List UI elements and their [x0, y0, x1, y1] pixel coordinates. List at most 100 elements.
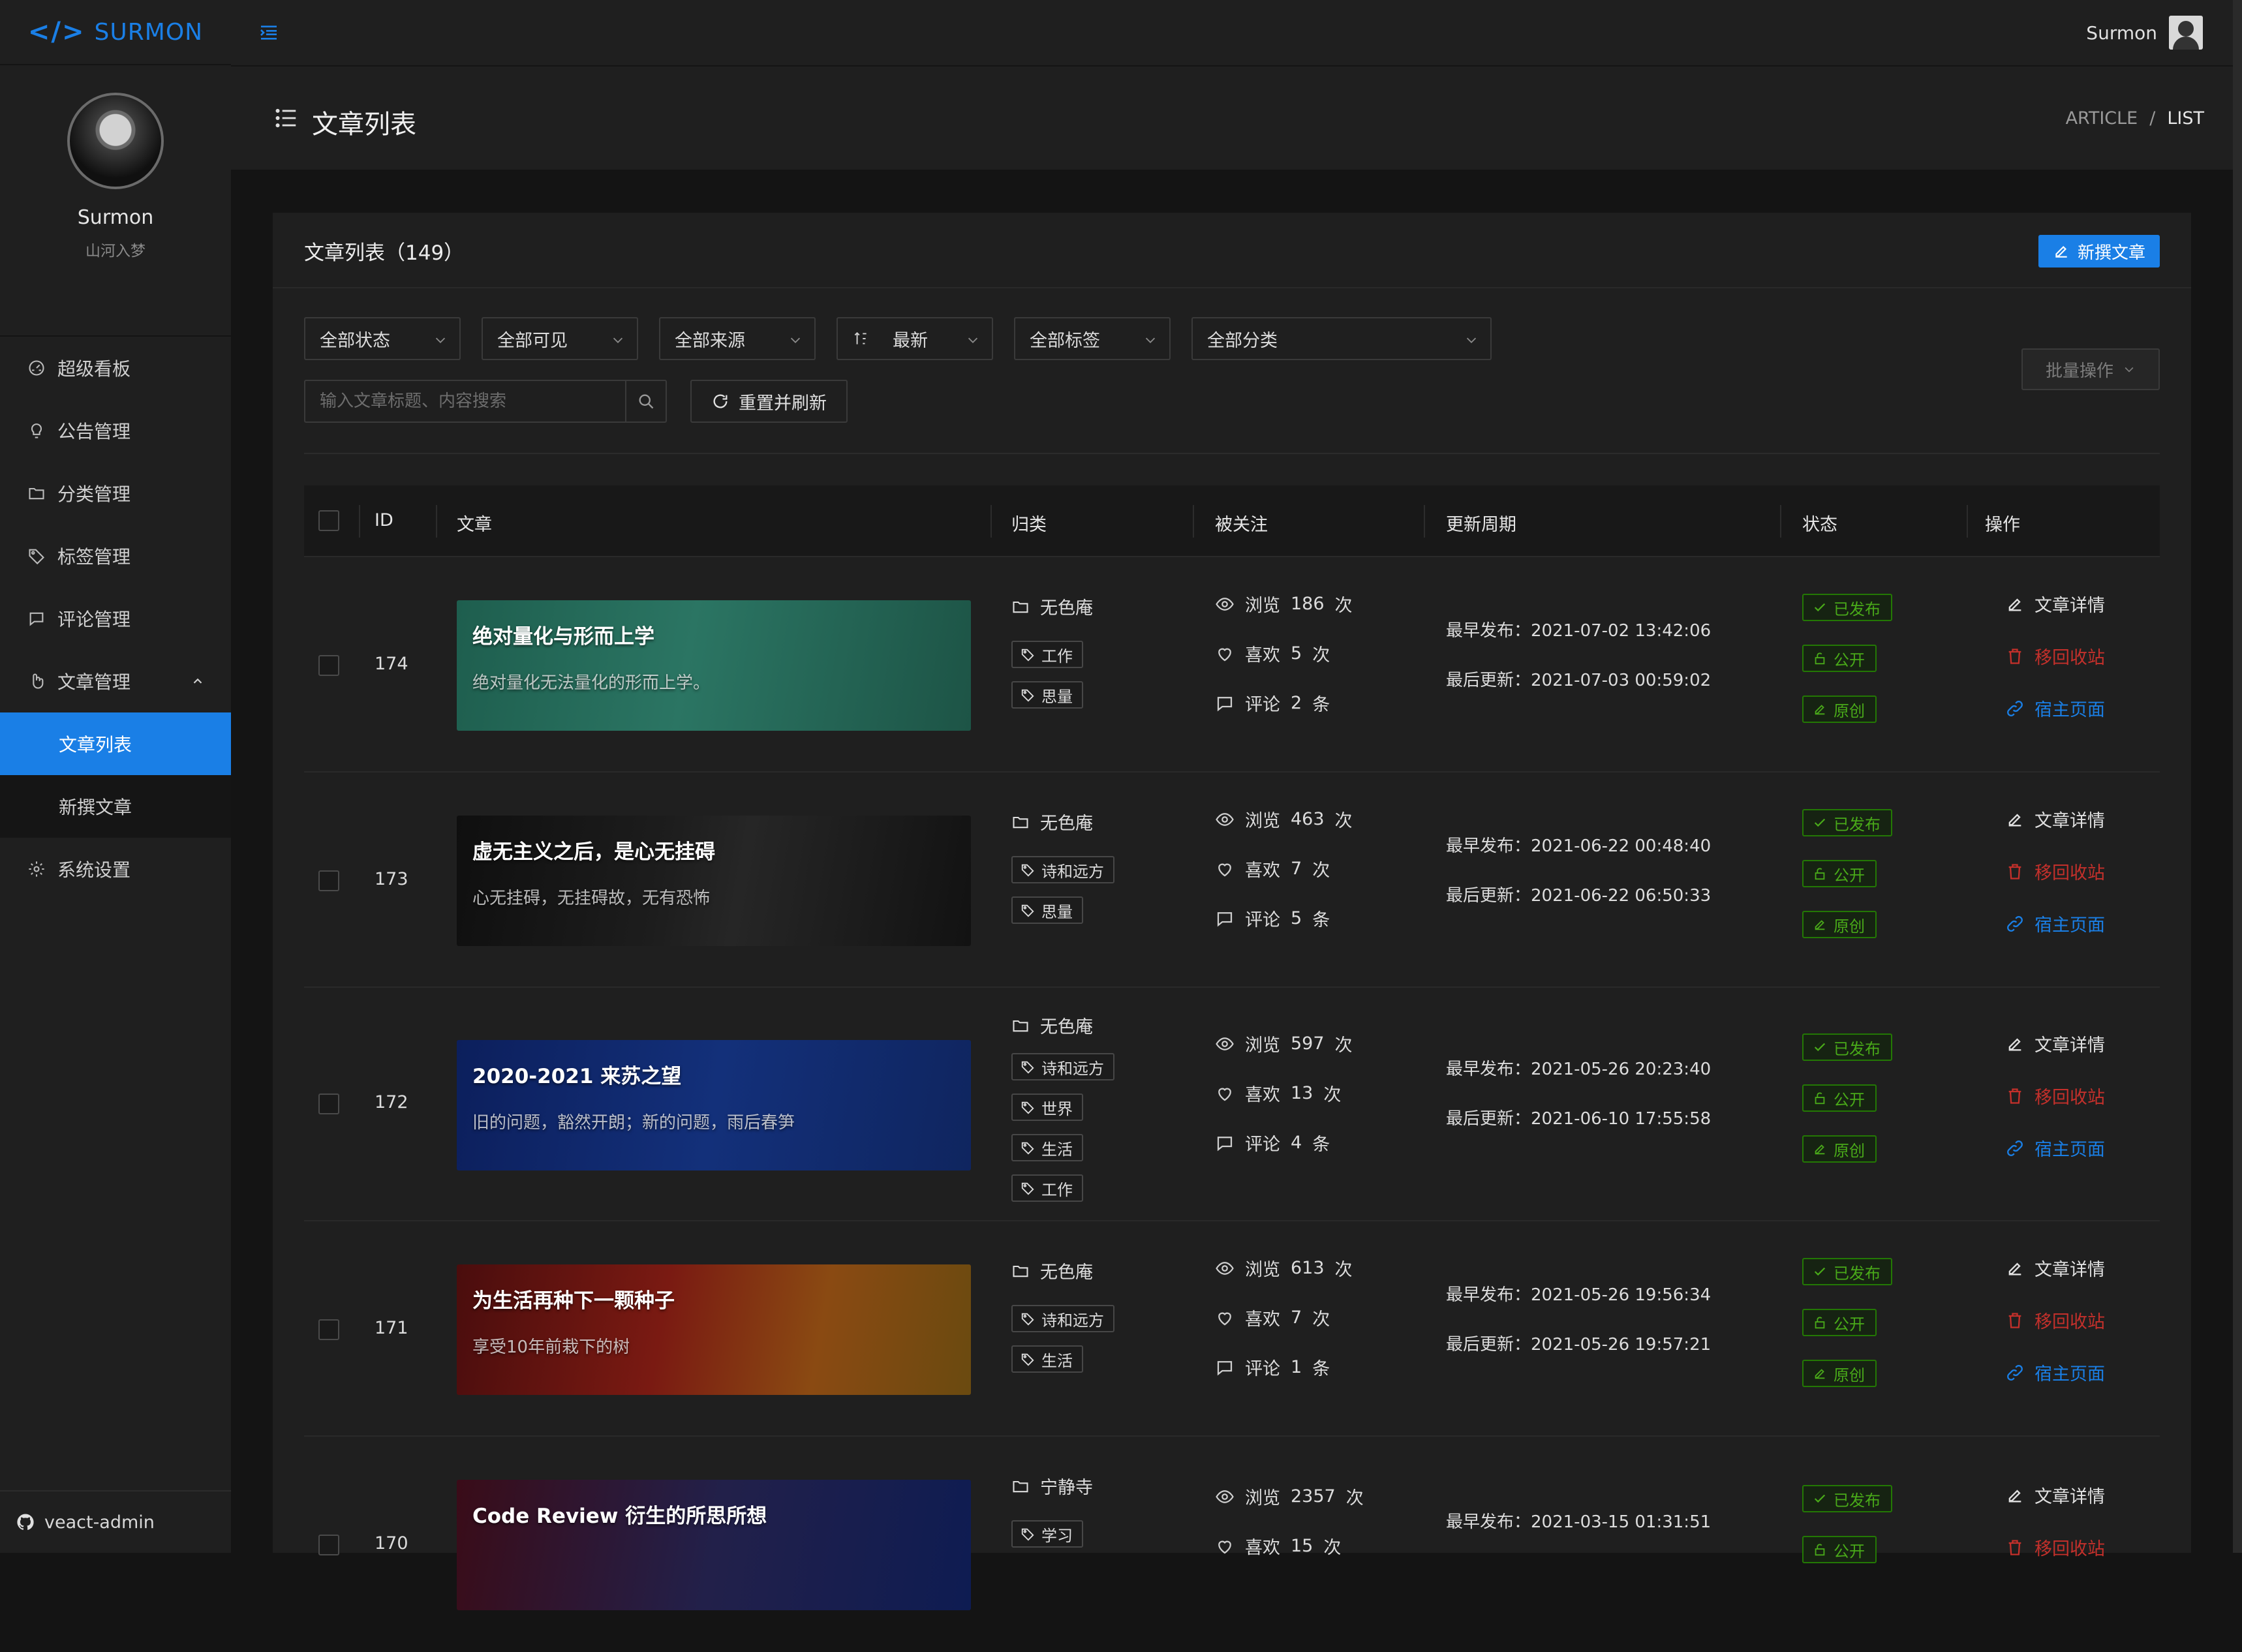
status-select[interactable]: 全部状态: [304, 317, 461, 360]
tag-select[interactable]: 全部标签: [1014, 317, 1171, 360]
article-tag[interactable]: 诗和远方: [1011, 856, 1114, 883]
article-description: 旧的问题，豁然开朗；新的问题，雨后春笋: [472, 1113, 795, 1133]
article-detail-link[interactable]: 文章详情: [2006, 1255, 2105, 1281]
move-to-trash-link[interactable]: 移回收站: [2006, 859, 2105, 884]
sidebar-item-comment[interactable]: 评论管理: [0, 587, 231, 650]
action-label: 文章详情: [2035, 596, 2105, 616]
date-label: 最早发布：: [1446, 836, 1531, 856]
article-thumbnail[interactable]: 2020-2021 来苏之望 旧的问题，豁然开朗；新的问题，雨后春笋: [457, 1040, 971, 1170]
check-icon: [1814, 1267, 1826, 1276]
article-title: 为生活再种下一颗种子: [472, 1289, 675, 1313]
column-divider: [1780, 505, 1781, 538]
article-category[interactable]: 无色庵: [1011, 594, 1093, 619]
sidebar-item-article-list[interactable]: 文章列表: [0, 712, 231, 775]
stat-unit: 次: [1334, 811, 1353, 831]
article-category[interactable]: 无色庵: [1011, 1013, 1093, 1038]
visibility-select[interactable]: 全部可见: [482, 317, 638, 360]
new-article-button[interactable]: 新撰文章: [2038, 235, 2160, 268]
article-thumbnail[interactable]: 为生活再种下一颗种子 享受10年前栽下的树: [457, 1264, 971, 1395]
article-detail-link[interactable]: 文章详情: [2006, 1031, 2105, 1056]
first-published: 最早发布：2021-05-26 20:23:40: [1446, 1056, 1711, 1080]
stat-comments: 评论 4 条: [1215, 1130, 1330, 1155]
status-badge-public: 公开: [1802, 1309, 1877, 1336]
host-page-link[interactable]: 宿主页面: [2006, 911, 2105, 936]
article-tag[interactable]: 生活: [1011, 1345, 1083, 1373]
chevron-down-icon: [435, 337, 446, 343]
unlock-icon: [1815, 1544, 1825, 1556]
row-checkbox[interactable]: [318, 870, 339, 891]
page-title: 文章列表: [312, 110, 416, 140]
sidebar-item-tag[interactable]: 标签管理: [0, 525, 231, 587]
tag-label: 思量: [1041, 687, 1073, 706]
host-page-link[interactable]: 宿主页面: [2006, 1135, 2105, 1161]
row-checkbox[interactable]: [318, 1094, 339, 1114]
heart-icon: [1218, 863, 1231, 876]
row-checkbox[interactable]: [318, 1319, 339, 1340]
column-header-stats: 被关注: [1215, 515, 1268, 535]
row-checkbox[interactable]: [318, 1535, 339, 1555]
select-all-checkbox[interactable]: [318, 510, 339, 531]
stat-views: 浏览 186 次: [1215, 591, 1353, 617]
article-thumbnail[interactable]: Code Review 衍生的所思所想: [457, 1480, 971, 1610]
move-to-trash-link[interactable]: 移回收站: [2006, 643, 2105, 669]
sidebar-item-article-new[interactable]: 新撰文章: [0, 775, 231, 838]
article-thumbnail[interactable]: 绝对量化与形而上学 绝对量化无法量化的形而上学。: [457, 600, 971, 731]
github-label: veact-admin: [44, 1512, 155, 1533]
origin-select[interactable]: 全部来源: [659, 317, 816, 360]
scrollbar[interactable]: [2233, 0, 2242, 1553]
article-category[interactable]: 无色庵: [1011, 1258, 1093, 1283]
menu-fold-icon[interactable]: [258, 22, 279, 43]
likes-count: 7: [1291, 859, 1302, 879]
sidebar-item-announcement[interactable]: 公告管理: [0, 399, 231, 462]
action-label: 宿主页面: [2035, 1140, 2105, 1160]
article-detail-link[interactable]: 文章详情: [2006, 1482, 2105, 1508]
category-select[interactable]: 全部分类: [1191, 317, 1492, 360]
search-button[interactable]: [625, 381, 666, 421]
date-value: 2021-07-02 13:42:06: [1531, 621, 1712, 641]
article-tag[interactable]: 诗和远方: [1011, 1053, 1114, 1080]
article-tag[interactable]: 思量: [1011, 896, 1083, 924]
badge-label: 已发布: [1834, 815, 1881, 834]
stat-unit: 条: [1312, 695, 1330, 715]
badge-label: 原创: [1834, 701, 1865, 720]
article-category[interactable]: 无色庵: [1011, 809, 1093, 834]
move-to-trash-link[interactable]: 移回收站: [2006, 1535, 2105, 1560]
move-to-trash-link[interactable]: 移回收站: [2006, 1308, 2105, 1333]
article-category[interactable]: 宁静寺: [1011, 1473, 1093, 1499]
reset-refresh-button[interactable]: 重置并刷新: [690, 380, 848, 423]
github-link[interactable]: veact-admin: [0, 1490, 231, 1553]
action-label: 文章详情: [2035, 1487, 2105, 1507]
article-detail-link[interactable]: 文章详情: [2006, 591, 2105, 617]
stat-likes: 喜欢 5 次: [1215, 641, 1330, 666]
brand-logo[interactable]: </> SURMON: [0, 0, 231, 65]
column-divider: [1193, 505, 1194, 538]
sidebar-item-settings[interactable]: 系统设置: [0, 838, 231, 900]
date-value: 2021-06-22 00:48:40: [1531, 836, 1712, 856]
sort-select[interactable]: 最新: [837, 317, 993, 360]
host-page-link[interactable]: 宿主页面: [2006, 696, 2105, 721]
stat-unit: 条: [1312, 910, 1330, 930]
article-detail-link[interactable]: 文章详情: [2006, 806, 2105, 832]
row-checkbox[interactable]: [318, 655, 339, 676]
profile-slogan: 山河入梦: [85, 243, 146, 260]
article-tag[interactable]: 工作: [1011, 641, 1083, 668]
breadcrumb-article[interactable]: ARTICLE: [2066, 108, 2138, 129]
user-menu[interactable]: Surmon: [2086, 16, 2203, 50]
article-tag[interactable]: 工作: [1011, 1174, 1083, 1202]
search-input[interactable]: [305, 381, 628, 421]
batch-action-button[interactable]: 批量操作: [2021, 348, 2160, 390]
article-tag[interactable]: 思量: [1011, 681, 1083, 709]
sidebar-item-dashboard[interactable]: 超级看板: [0, 337, 231, 399]
sidebar-item-article[interactable]: 文章管理: [0, 650, 231, 712]
host-page-link[interactable]: 宿主页面: [2006, 1360, 2105, 1385]
badge-label: 原创: [1834, 1366, 1865, 1384]
move-to-trash-link[interactable]: 移回收站: [2006, 1083, 2105, 1109]
article-tag[interactable]: 诗和远方: [1011, 1305, 1114, 1332]
sidebar-item-category[interactable]: 分类管理: [0, 462, 231, 525]
article-tag[interactable]: 学习: [1011, 1520, 1083, 1548]
article-tag[interactable]: 生活: [1011, 1134, 1083, 1161]
last-updated: 最后更新：2021-07-03 00:59:02: [1446, 667, 1711, 691]
article-title: 绝对量化与形而上学: [472, 625, 654, 649]
article-thumbnail[interactable]: 虚无主义之后，是心无挂碍 心无挂碍，无挂碍故，无有恐怖: [457, 816, 971, 946]
article-tag[interactable]: 世界: [1011, 1094, 1083, 1121]
